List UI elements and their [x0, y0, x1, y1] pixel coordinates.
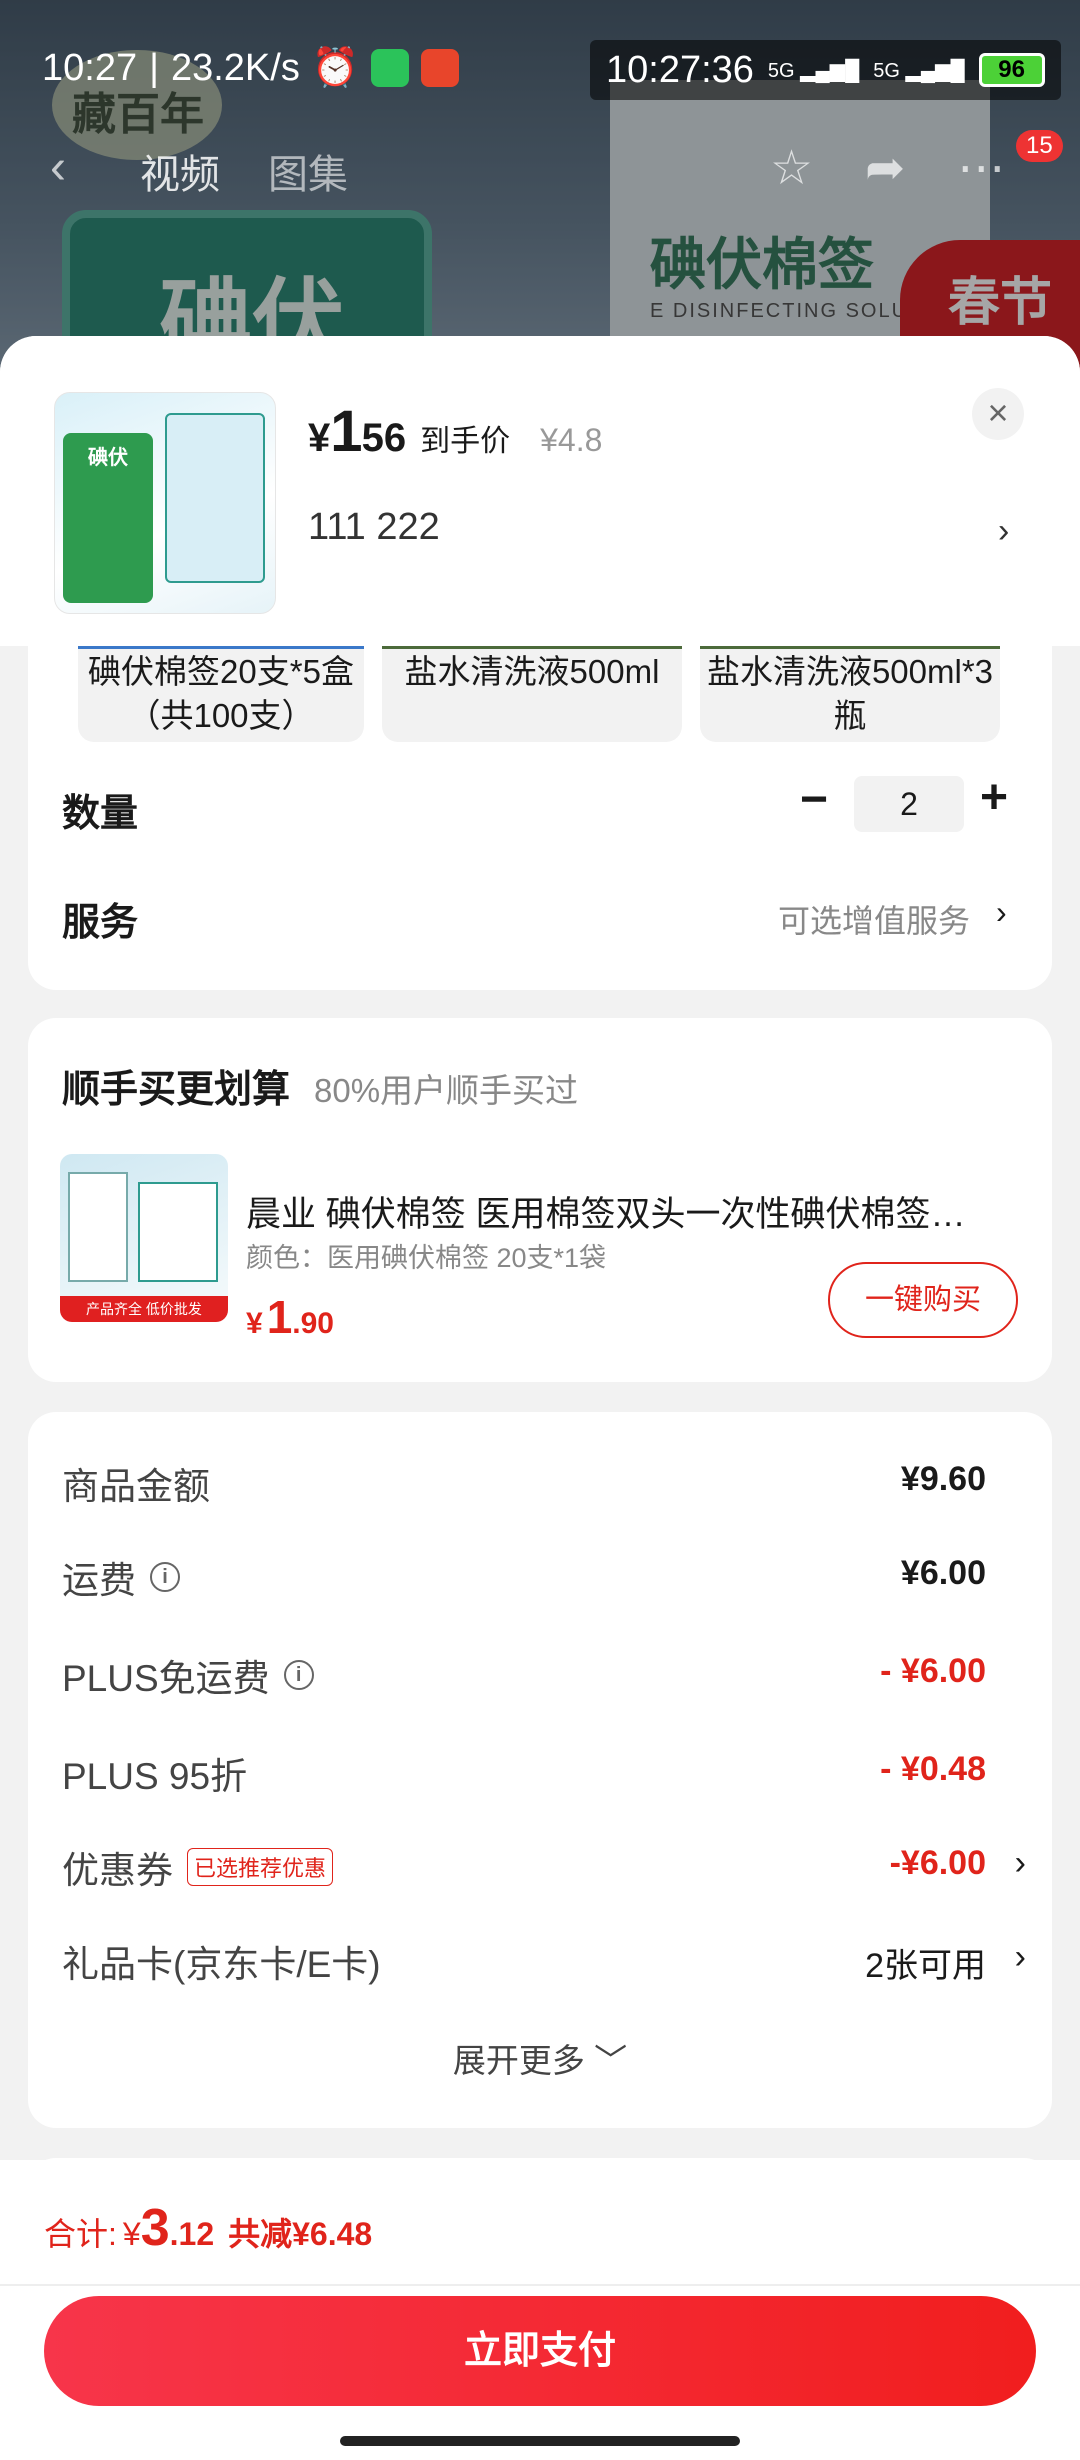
checkout-footer: 合计: ¥ 3 .12 共减¥6.48 立即支付 [0, 2160, 1080, 2460]
options-card: 碘伏棉签20支*5盒（共100支） 盐水清洗液500ml 盐水清洗液500ml*… [28, 646, 1052, 990]
signal-icon: 5G ▂▄▆█ [767, 59, 860, 82]
home-indicator[interactable] [340, 2436, 740, 2446]
total-amount: 合计: ¥ 3 .12 共减¥6.48 [44, 2199, 373, 2257]
overlay-clock: 10:27:36 [606, 48, 754, 91]
option-chip[interactable]: 盐水清洗液500ml [382, 646, 682, 742]
divider [0, 2284, 1080, 2286]
sheet-header: 碘伏 ¥1.56 到手价 ¥4.8 111 222 › × [0, 336, 1080, 646]
battery-icon: 96 [978, 53, 1045, 87]
service-label: 服务 [62, 902, 139, 944]
expand-more-button[interactable]: 展开更多 ﹀ [28, 2034, 1052, 2082]
summary-row-shipping: 运费 i ¥6.00 [62, 1554, 986, 1601]
pay-now-button[interactable]: 立即支付 [44, 2296, 1036, 2406]
chevron-right-icon[interactable]: › [998, 512, 1009, 551]
product-navbar: ‹ 视频 图集 ☆ ➦ ⋯ 15 [0, 130, 1080, 210]
option-chip[interactable]: 盐水清洗液500ml*3瓶 [700, 646, 1000, 742]
price-row: ¥1.56 到手价 ¥4.8 [308, 399, 603, 464]
wechat-icon [371, 49, 410, 87]
alarm-icon: ⏰ [311, 47, 360, 89]
summary-row-gift-card[interactable]: 礼品卡(京东卡/E卡) 2张可用 › [62, 1934, 1032, 1994]
quantity-input[interactable]: 2 [854, 776, 964, 832]
more-icon[interactable]: ⋯ [957, 140, 1005, 196]
back-icon[interactable]: ‹ [50, 140, 66, 195]
summary-row-coupon[interactable]: 优惠券 已选推荐优惠 -¥6.00 › [62, 1840, 1032, 1900]
addon-title: 顺手买更划算 [62, 1069, 291, 1111]
service-value[interactable]: 可选增值服务 [778, 896, 970, 942]
close-button[interactable]: × [972, 388, 1024, 440]
chevron-right-icon[interactable]: › [1015, 1844, 1026, 1883]
product-thumbnail[interactable]: 碘伏 [54, 392, 276, 614]
app-notification-icon [421, 49, 460, 87]
addon-product-name[interactable]: 晨业 碘伏棉签 医用棉签双头一次性碘伏棉签… [246, 1186, 1016, 1237]
summary-row-plus-discount: PLUS 95折 - ¥0.48 [62, 1750, 986, 1797]
one-click-buy-button[interactable]: 一键购买 [828, 1262, 1018, 1338]
price-summary-card: 商品金额 ¥9.60 运费 i ¥6.00 PLUS免运费 i - ¥6.00 PL… [28, 1412, 1052, 2128]
favorite-icon[interactable]: ☆ [770, 140, 813, 196]
coupon-tag: 已选推荐优惠 [187, 1848, 334, 1886]
addon-thumbnail[interactable]: 产品齐全 低价批发 [60, 1154, 228, 1322]
info-icon[interactable]: i [283, 1660, 314, 1690]
option-chip[interactable]: 碘伏棉签20支*5盒（共100支） [78, 646, 364, 742]
chevron-right-icon[interactable]: › [1015, 1938, 1026, 1977]
addon-price: ¥1.90 [246, 1291, 334, 1343]
net-speed: 23.2K/s [170, 46, 300, 89]
addon-product-spec: 颜色：医用碘伏棉签 20支*1袋 [246, 1243, 607, 1273]
message-badge: 15 [1016, 130, 1063, 162]
tab-gallery[interactable]: 图集 [268, 142, 348, 200]
quantity-label: 数量 [62, 793, 139, 835]
chevron-down-icon: ﹀ [594, 2042, 628, 2079]
quantity-plus-button[interactable]: + [980, 770, 1008, 825]
chevron-right-icon[interactable]: › [996, 894, 1007, 931]
tab-video[interactable]: 视频 [140, 142, 220, 200]
addon-card: 顺手买更划算 80%用户顺手买过 产品齐全 低价批发 晨业 碘伏棉签 医用棉签双… [28, 1018, 1052, 1382]
info-icon[interactable]: i [150, 1562, 180, 1592]
clock: 10:27 [42, 46, 138, 89]
original-price: ¥4.8 [540, 422, 603, 458]
final-price-label: 到手价 [420, 425, 511, 458]
checkout-sheet: 碘伏 ¥1.56 到手价 ¥4.8 111 222 › × 碘伏棉签20支*5盒… [0, 336, 1080, 2460]
total-discount: 共减¥6.48 [228, 2216, 373, 2252]
share-icon[interactable]: ➦ [865, 140, 905, 196]
quantity-minus-button[interactable]: − [800, 772, 828, 827]
status-bar: 10:27 | 23.2K/s ⏰ 10:27:36 5G ▂▄▆█ 5G ▂▄… [0, 40, 1080, 100]
signal-icon-2: 5G ▂▄▆█ [873, 59, 965, 82]
summary-row-plus-shipping: PLUS免运费 i - ¥6.00 [62, 1652, 986, 1699]
addon-subtitle: 80%用户顺手买过 [314, 1072, 579, 1109]
summary-row-goods: 商品金额 ¥9.60 [62, 1460, 986, 1507]
selected-spec[interactable]: 111 222 [308, 506, 440, 549]
